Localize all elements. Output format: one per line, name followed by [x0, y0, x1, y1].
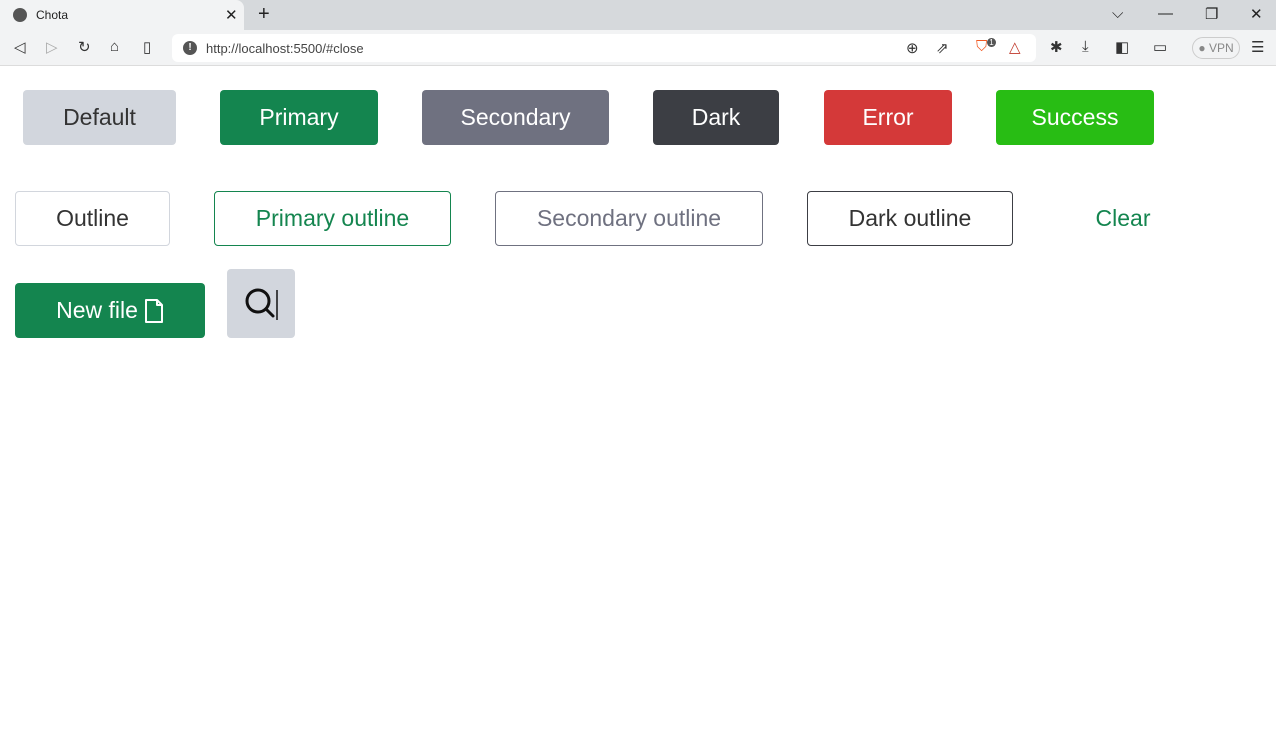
- restore-button[interactable]: ❐: [1205, 5, 1218, 23]
- globe-icon: [13, 8, 27, 22]
- success-button[interactable]: Success: [996, 90, 1154, 145]
- menu-icon[interactable]: ☰: [1251, 38, 1264, 56]
- browser-toolbar: ◁ ▷ ↻ ⌂ ▯ ! http://localhost:5500/#close…: [0, 30, 1276, 66]
- primary-button[interactable]: Primary: [220, 90, 378, 145]
- tab-title: Chota: [36, 8, 69, 22]
- brave-shields-icon[interactable]: ⛉ 1: [976, 38, 996, 55]
- dark-button[interactable]: Dark: [653, 90, 779, 145]
- error-button[interactable]: Error: [824, 90, 952, 145]
- close-window-button[interactable]: ✕: [1250, 5, 1263, 23]
- extensions-icon[interactable]: ✱: [1050, 38, 1063, 56]
- new-file-label: New file: [56, 297, 138, 323]
- home-icon[interactable]: ⌂: [110, 38, 119, 55]
- zoom-icon[interactable]: ⊕: [906, 39, 919, 57]
- dark-outline-button[interactable]: Dark outline: [807, 191, 1013, 246]
- tab-search-chevron-icon[interactable]: ⌵: [1112, 5, 1123, 22]
- default-button[interactable]: Default: [23, 90, 176, 145]
- reload-icon[interactable]: ↻: [78, 38, 91, 56]
- clear-button[interactable]: Clear: [1057, 191, 1189, 246]
- sidebar-icon[interactable]: ◧: [1115, 38, 1129, 56]
- search-button[interactable]: [227, 269, 295, 338]
- close-tab-icon[interactable]: ✕: [225, 6, 238, 24]
- brave-rewards-icon[interactable]: △: [1009, 38, 1021, 56]
- tab-bar: Chota ✕ + ⌵ — ❐ ✕: [0, 0, 1276, 30]
- file-icon: [144, 298, 163, 323]
- forward-icon[interactable]: ▷: [46, 38, 58, 56]
- info-icon[interactable]: !: [183, 41, 197, 55]
- bookmark-icon[interactable]: ▯: [143, 38, 151, 56]
- browser-tab[interactable]: Chota ✕: [0, 0, 244, 30]
- wallet-icon[interactable]: ▭: [1153, 38, 1167, 56]
- primary-outline-button[interactable]: Primary outline: [214, 191, 451, 246]
- minimize-button[interactable]: —: [1158, 5, 1173, 22]
- secondary-button[interactable]: Secondary: [422, 90, 609, 145]
- outline-button[interactable]: Outline: [15, 191, 170, 246]
- share-icon[interactable]: ⇗: [936, 39, 949, 57]
- new-tab-button[interactable]: +: [258, 3, 270, 26]
- back-icon[interactable]: ◁: [14, 38, 26, 56]
- new-file-button[interactable]: New file: [15, 283, 205, 338]
- download-icon[interactable]: ⤓: [1082, 38, 1089, 55]
- search-icon: [245, 288, 278, 320]
- url-text[interactable]: http://localhost:5500/#close: [206, 41, 364, 56]
- address-bar[interactable]: ! http://localhost:5500/#close ⊕ ⇗ ⛉ 1 △: [172, 34, 1036, 62]
- secondary-outline-button[interactable]: Secondary outline: [495, 191, 763, 246]
- vpn-button[interactable]: ● VPN: [1192, 37, 1240, 59]
